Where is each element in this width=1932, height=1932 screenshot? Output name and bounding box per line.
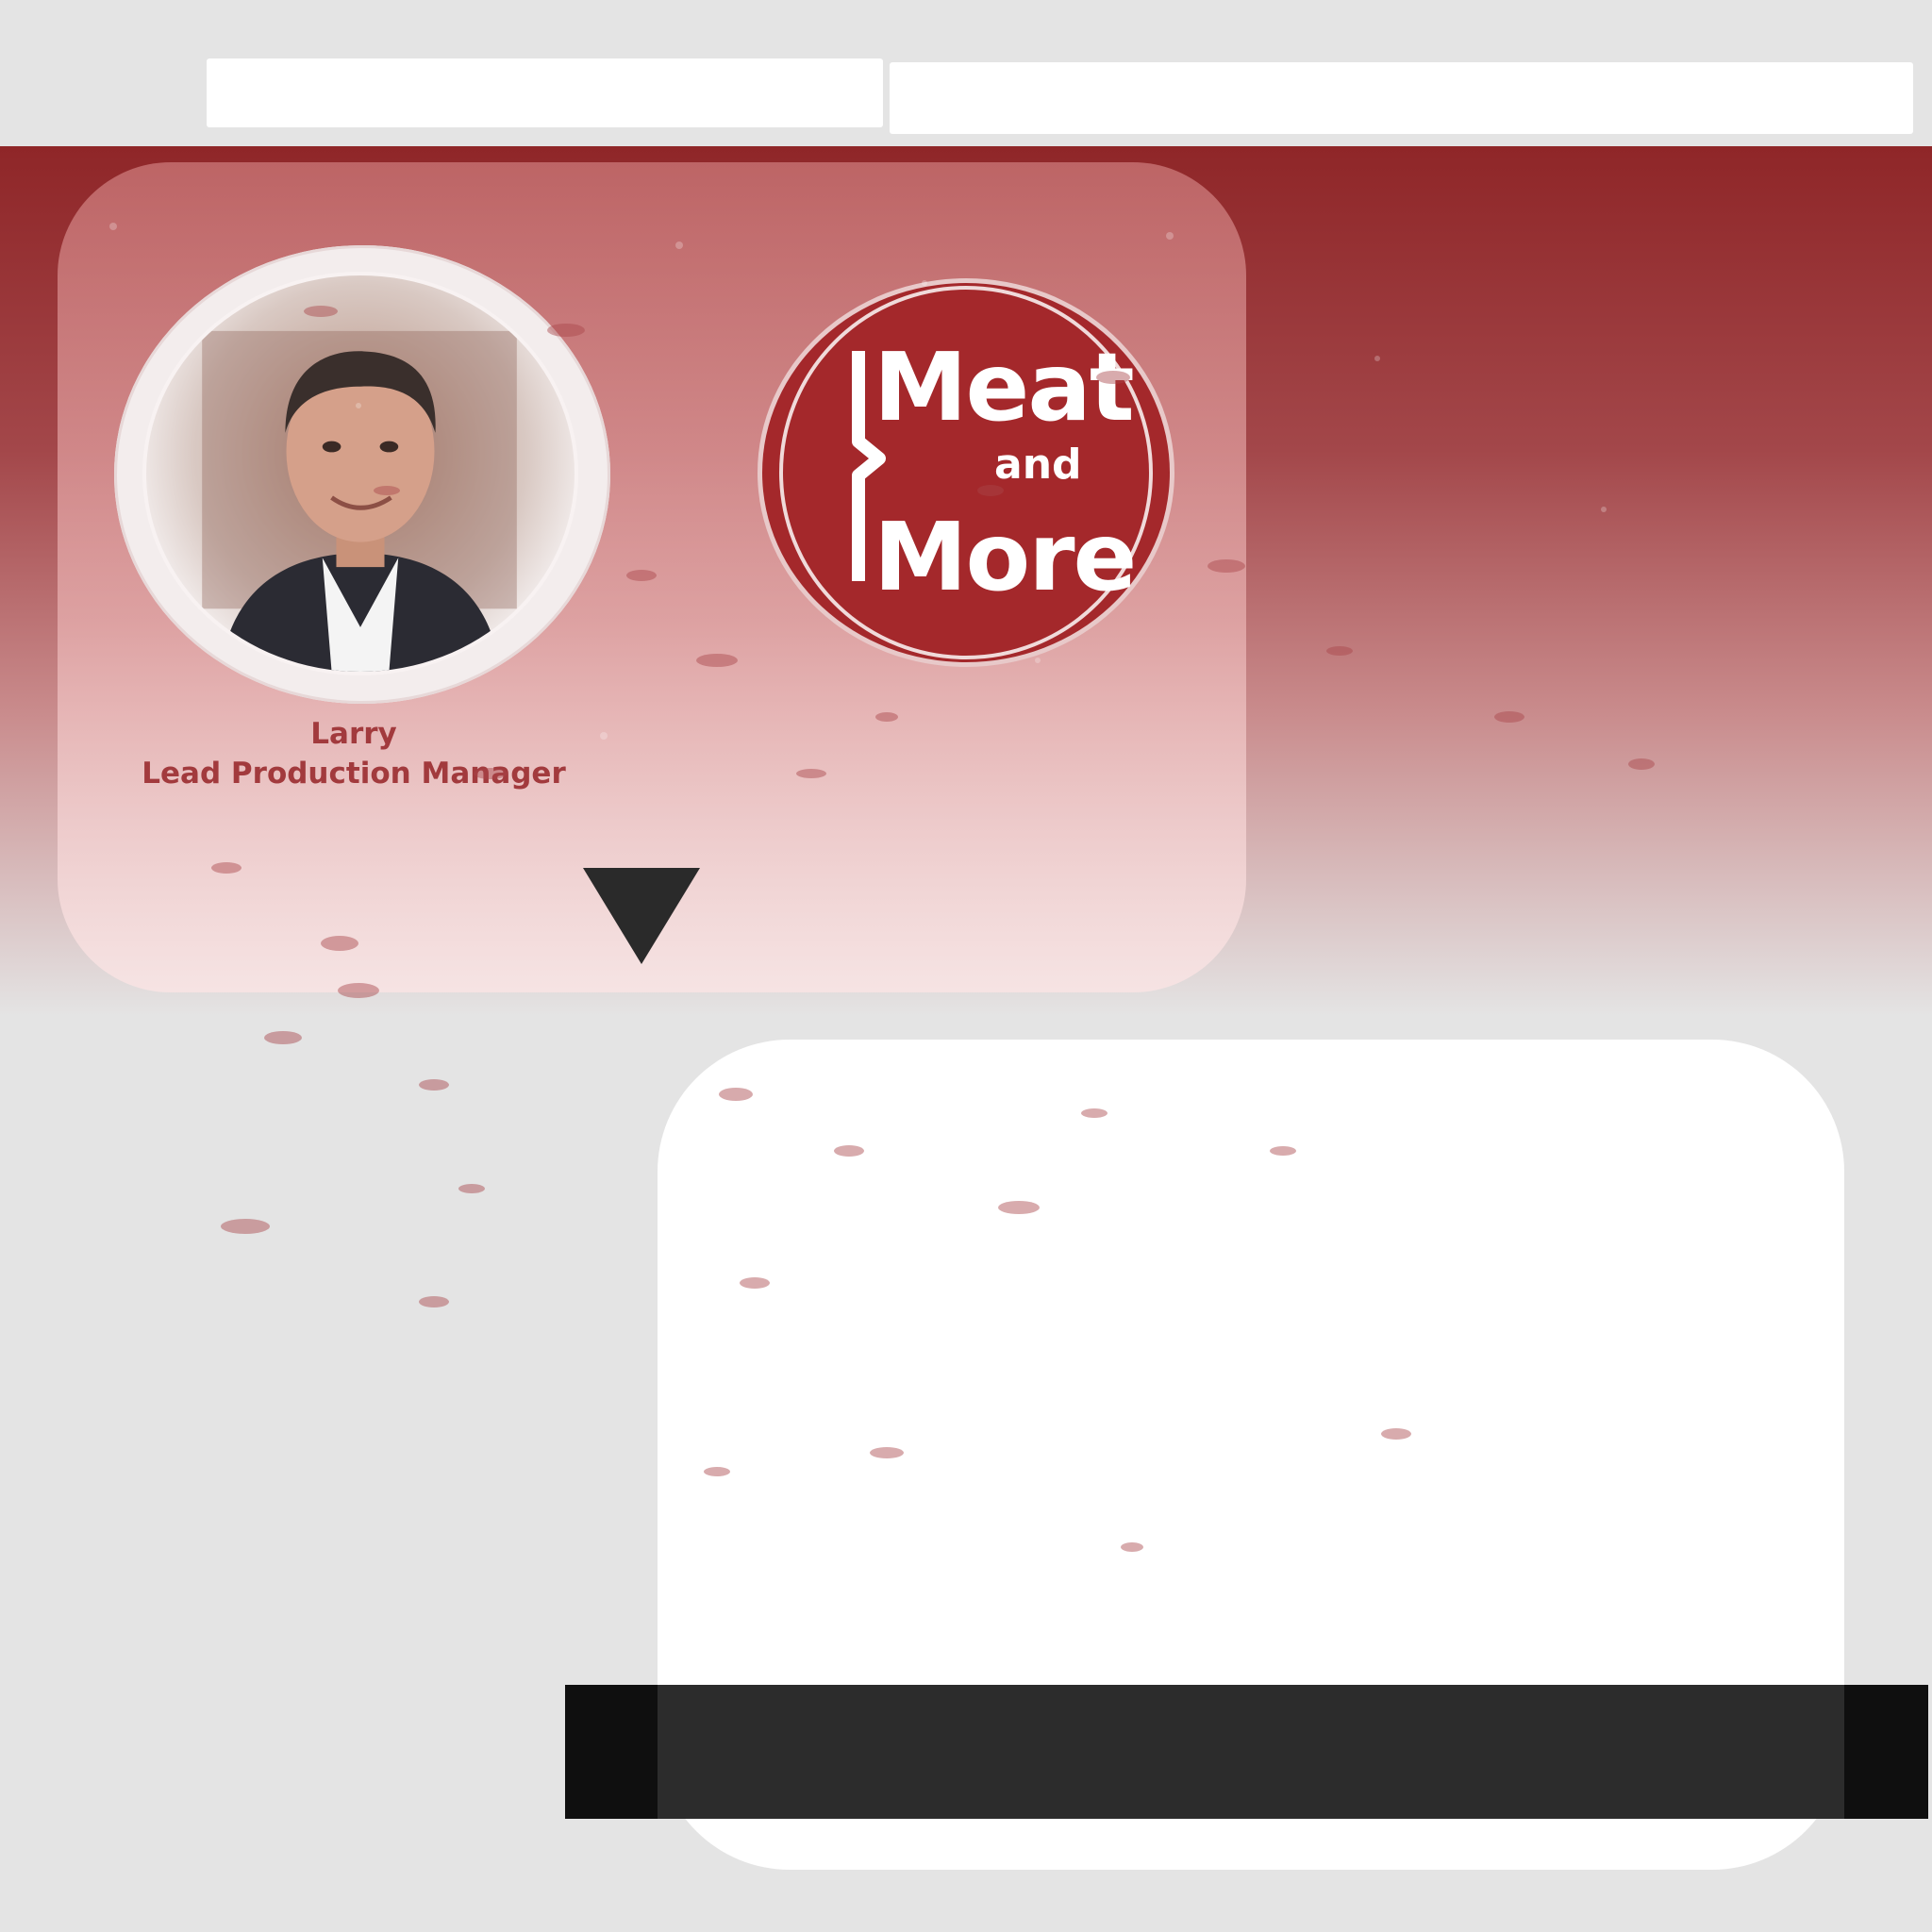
top-strip-right [890, 62, 1913, 134]
profile-name: Larry [310, 717, 397, 751]
avatar [142, 272, 578, 675]
profile-role: Lead Production Manager [142, 757, 566, 791]
page: Larry Lead Production Manager Meat and M… [0, 0, 1932, 1932]
logo-word-more: More [874, 502, 1137, 612]
footer-bar-overlay [658, 1685, 1844, 1819]
logo-word-and: and [994, 441, 1082, 489]
avatar-photo-icon [202, 330, 517, 672]
meat-and-more-logo: Meat and More [762, 283, 1170, 662]
avatar-frame [114, 245, 610, 704]
logo-word-meat: Meat [874, 332, 1135, 442]
triangle-down-icon[interactable] [583, 868, 700, 964]
top-strip-left [207, 58, 883, 127]
